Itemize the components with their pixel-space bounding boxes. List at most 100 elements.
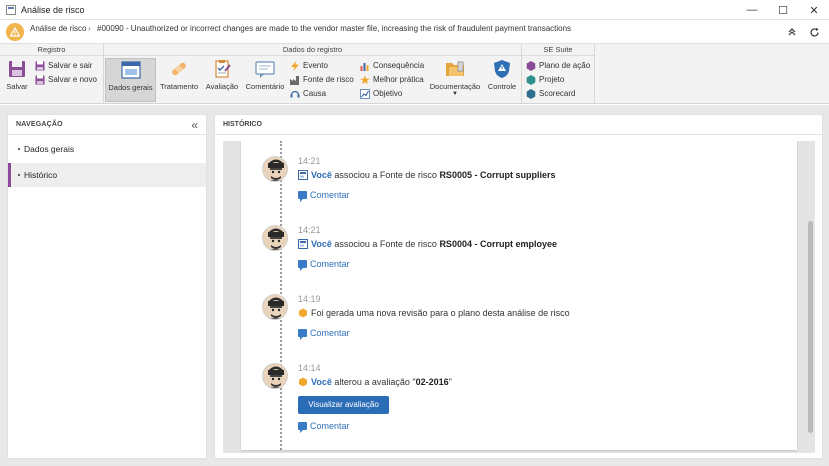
project-label: Projeto [539,75,565,84]
comment-link[interactable]: Comentar [298,328,350,340]
evaluation-button[interactable]: Avaliação [203,58,241,102]
view-evaluation-button[interactable]: Visualizar avaliação [298,396,389,414]
save-label: Salvar [6,82,28,91]
action-plan-label: Plano de ação [539,61,591,70]
nav-item-historico[interactable]: Histórico [8,163,206,187]
shield-icon [491,58,513,80]
bar-chart-icon [360,61,370,71]
comment-link[interactable]: Comentar [298,259,350,271]
clipboard-check-icon [211,58,233,80]
headset-icon [290,89,300,99]
entry-description: Você associou a Fonte de risco RS0005 - … [298,170,555,180]
scorecard-icon [526,88,536,99]
save-new-button[interactable]: Salvar e novo [35,73,97,86]
nav-item-dados-gerais[interactable]: Dados gerais [8,137,206,161]
general-data-label: Dados gerais [108,83,153,92]
bandage-icon [168,58,190,80]
best-practice-label: Melhor prática [373,75,424,84]
project-icon [526,74,536,85]
history-scrollbar-thumb[interactable] [808,221,813,433]
save-exit-icon [35,61,45,71]
save-exit-button[interactable]: Salvar e sair [35,59,92,72]
entry-user[interactable]: Você [311,239,332,249]
risk-source-button[interactable]: Fonte de risco [290,73,354,86]
evaluation-label: Avaliação [205,82,239,91]
close-button[interactable]: ✕ [799,0,829,20]
window-title: Análise de risco [21,5,85,15]
entry-text: Foi gerada uma nova revisão para o plano… [311,308,570,318]
form-window-icon [120,59,142,81]
treatment-label: Tratamento [159,82,199,91]
risk-source-icon [298,239,308,249]
treatment-button[interactable]: Tratamento [158,58,200,102]
objective-button[interactable]: Objetivo [360,87,402,100]
entry-target: 02-2016 [415,377,449,387]
entry-description: Você alterou a avaliação " 02-2016 " [298,377,452,387]
consequence-button[interactable]: Consequência [360,59,424,72]
entry-text: associou a Fonte de risco [334,239,437,249]
entry-user[interactable]: Você [311,377,332,387]
save-button[interactable]: Salvar [3,58,31,102]
entry-time: 14:19 [298,294,321,304]
breadcrumb-separator: › [88,24,91,33]
event-button[interactable]: Evento [290,59,328,72]
user-avatar [262,156,288,182]
ribbon-group-suite: SE Suite Plano de ação Projeto Scorecard [522,44,595,104]
entry-description: Foi gerada uma nova revisão para o plano… [298,308,570,318]
entry-time: 14:21 [298,225,321,235]
comment-link-label: Comentar [310,421,350,431]
control-button[interactable]: Controle [484,58,520,102]
minimize-button[interactable]: — [737,0,767,20]
ribbon-group-registro: Registro Salvar Salvar e sair Salvar e n… [0,44,104,104]
collapse-header-icon[interactable] [785,25,799,39]
entry-user[interactable]: Você [311,170,332,180]
action-plan-icon [526,60,536,71]
action-plan-button[interactable]: Plano de ação [526,59,590,72]
best-practice-button[interactable]: Melhor prática [360,73,424,86]
record-header: Análise de risco › #00090 - Unauthorized… [0,20,829,44]
comment-link[interactable]: Comentar [298,190,350,202]
app-window-icon [6,5,16,15]
documentation-button[interactable]: Documentação ▼ [429,58,481,102]
entry-text: alterou a avaliação " [334,377,416,387]
scorecard-button[interactable]: Scorecard [526,87,575,100]
cause-label: Causa [303,89,327,98]
lightning-icon [290,60,300,71]
maximize-button[interactable]: ☐ [768,0,798,20]
control-label: Controle [487,82,517,91]
general-data-button[interactable]: Dados gerais [105,58,156,102]
history-entry: 14:14 Você alterou a avaliação " 02-2016 "… [241,361,797,446]
entry-target: RS0004 - Corrupt employee [439,239,557,249]
star-icon [360,75,370,85]
history-entry: 14:19 Foi gerada uma nova revisão para o… [241,292,797,362]
breadcrumb-module[interactable]: Análise de risco [30,24,86,33]
folder-icon [444,58,466,80]
comment-button[interactable]: Comentário [244,58,286,102]
title-bar: Análise de risco — ☐ ✕ [0,0,829,20]
dropdown-arrow-icon: ▼ [452,91,458,97]
project-button[interactable]: Projeto [526,73,564,86]
save-new-label: Salvar e novo [48,75,97,84]
line-chart-icon [360,88,370,99]
documentation-label: Documentação [429,82,481,91]
speech-bubble-icon [254,58,276,80]
entry-text: associou a Fonte de risco [334,170,437,180]
event-label: Evento [303,61,328,70]
ribbon-group-title: Dados do registro [104,45,521,56]
comment-link[interactable]: Comentar [298,421,350,433]
cause-button[interactable]: Causa [290,87,326,100]
evaluation-hexagon-icon [298,377,308,387]
collapse-panel-icon[interactable]: « [191,118,198,132]
user-avatar [262,363,288,389]
entry-text-end: " [448,377,452,387]
refresh-icon[interactable] [807,25,821,39]
navigation-title: NAVEGAÇÃO [8,115,206,135]
history-entry: 14:21 Você associou a Fonte de risco RS0… [241,223,797,293]
history-title: HISTÓRICO [215,115,822,135]
comment-icon [298,329,307,340]
navigation-panel: NAVEGAÇÃO « Dados gerais Histórico [7,114,207,459]
history-panel: HISTÓRICO 14:21 Você associou a Fonte de… [214,114,823,459]
comment-icon [298,191,307,202]
history-scroll-area[interactable]: 14:21 Você associou a Fonte de risco RS0… [223,141,815,453]
comment-link-label: Comentar [310,259,350,269]
